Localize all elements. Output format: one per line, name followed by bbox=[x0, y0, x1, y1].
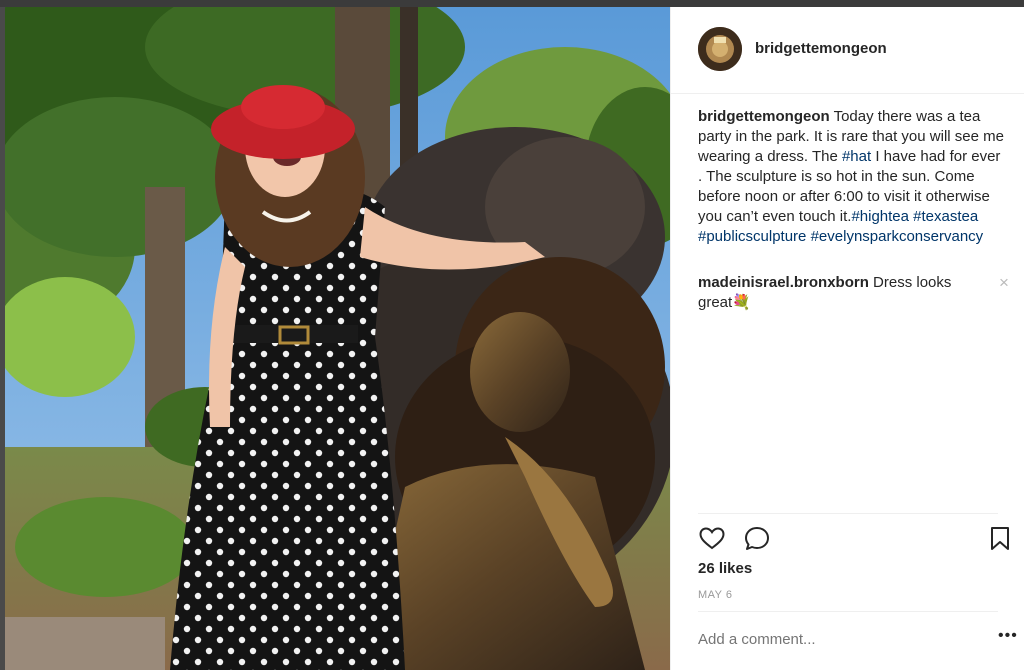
avatar-image bbox=[698, 27, 742, 71]
divider bbox=[698, 513, 998, 514]
add-comment-input[interactable] bbox=[698, 631, 958, 648]
hashtag-link[interactable]: #hat bbox=[842, 148, 871, 165]
post-photo[interactable] bbox=[5, 7, 670, 670]
hashtag-link[interactable]: #publicsculpture bbox=[698, 228, 806, 245]
close-icon[interactable]: × bbox=[999, 273, 1009, 293]
bookmark-icon[interactable] bbox=[986, 525, 1014, 553]
more-options-button[interactable]: ••• bbox=[998, 627, 1018, 645]
comment-icon[interactable] bbox=[743, 525, 771, 553]
comment-item: madeinisrael.bronxborn Dress looks great… bbox=[698, 273, 988, 313]
comment-username[interactable]: madeinisrael.bronxborn bbox=[698, 274, 869, 291]
avatar[interactable] bbox=[698, 27, 742, 71]
post-header: bridgettemongeon bbox=[671, 7, 1024, 94]
hashtag-link[interactable]: #texastea bbox=[913, 208, 978, 225]
divider bbox=[698, 611, 998, 612]
photo-illustration bbox=[5, 7, 670, 670]
header-username[interactable]: bridgettemongeon bbox=[755, 40, 887, 57]
post-caption: bridgettemongeon Today there was a tea p… bbox=[698, 107, 1008, 247]
post-date: MAY 6 bbox=[698, 589, 733, 601]
heart-icon[interactable] bbox=[698, 525, 726, 553]
likes-count[interactable]: 26 likes bbox=[698, 560, 752, 577]
action-bar bbox=[698, 525, 1009, 555]
caption-username[interactable]: bridgettemongeon bbox=[698, 108, 830, 125]
hashtag-link[interactable]: #hightea bbox=[851, 208, 909, 225]
hashtag-link[interactable]: #evelynsparkconservancy bbox=[811, 228, 984, 245]
window-top-bar bbox=[0, 0, 1024, 7]
post-side-panel: bridgettemongeon bridgettemongeon Today … bbox=[670, 7, 1024, 670]
